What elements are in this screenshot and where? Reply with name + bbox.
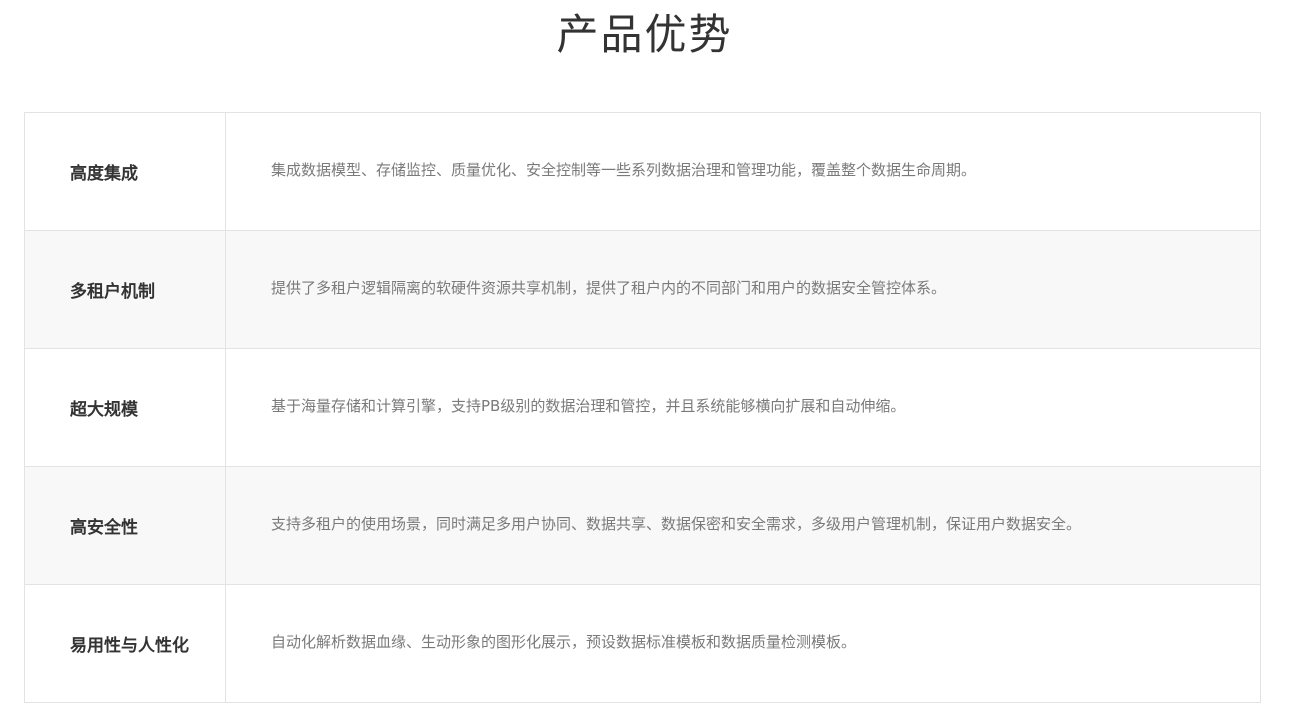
advantage-description: 提供了多租户逻辑隔离的软硬件资源共享机制，提供了租户内的不同部门和用户的数据安全… bbox=[271, 279, 947, 297]
advantage-title: 高度集成 bbox=[25, 113, 226, 230]
advantages-table: 高度集成 集成数据模型、存储监控、质量优化、安全控制等一些系列数据治理和管理功能… bbox=[24, 112, 1261, 703]
advantage-description: 自动化解析数据血缘、生动形象的图形化展示，预设数据标准模板和数据质量检测模板。 bbox=[271, 633, 857, 651]
advantage-row-integration: 高度集成 集成数据模型、存储监控、质量优化、安全控制等一些系列数据治理和管理功能… bbox=[25, 113, 1260, 231]
advantage-row-usability: 易用性与人性化 自动化解析数据血缘、生动形象的图形化展示，预设数据标准模板和数据… bbox=[25, 585, 1260, 703]
advantage-description: 基于海量存储和计算引擎，支持PB级别的数据治理和管控，并且系统能够横向扩展和自动… bbox=[271, 397, 906, 415]
advantage-row-multi-tenant: 多租户机制 提供了多租户逻辑隔离的软硬件资源共享机制，提供了租户内的不同部门和用… bbox=[25, 231, 1260, 349]
advantage-description: 集成数据模型、存储监控、质量优化、安全控制等一些系列数据治理和管理功能，覆盖整个… bbox=[271, 161, 977, 179]
advantage-title: 高安全性 bbox=[25, 467, 226, 584]
advantage-row-security: 高安全性 支持多租户的使用场景，同时满足多用户协同、数据共享、数据保密和安全需求… bbox=[25, 467, 1260, 585]
page-title: 产品优势 bbox=[556, 10, 733, 59]
advantage-title: 多租户机制 bbox=[25, 231, 226, 348]
advantage-title: 超大规模 bbox=[25, 349, 226, 466]
advantage-title: 易用性与人性化 bbox=[25, 585, 226, 702]
advantage-description: 支持多租户的使用场景，同时满足多用户协同、数据共享、数据保密和安全需求，多级用户… bbox=[271, 515, 1082, 533]
advantage-row-scale: 超大规模 基于海量存储和计算引擎，支持PB级别的数据治理和管控，并且系统能够横向… bbox=[25, 349, 1260, 467]
